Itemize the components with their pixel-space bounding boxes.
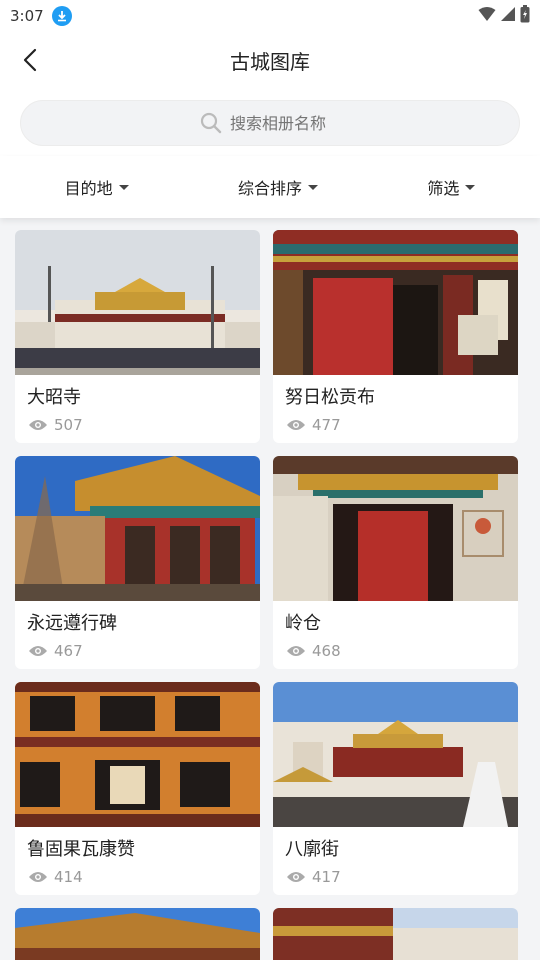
status-bar: 3:07 [0,0,540,32]
view-count: 468 [273,636,518,660]
eye-icon [29,420,47,430]
album-card[interactable]: 努日松贡布 477 [273,230,518,443]
filter-sort[interactable]: 综合排序 [238,175,318,199]
album-thumbnail [273,230,518,375]
page-title: 古城图库 [230,49,310,74]
caret-down-icon [308,184,318,190]
signal-icon [500,6,516,26]
album-name: 努日松贡布 [285,387,375,408]
album-thumbnail [273,456,518,601]
view-count-value: 477 [312,416,341,434]
view-count-value: 414 [54,868,83,886]
filter-bar: 目的地 综合排序 筛选 [0,156,540,218]
chevron-left-icon [23,48,37,72]
filter-screen-label: 筛选 [427,179,460,198]
search-input[interactable] [230,113,340,133]
app-header: 古城图库 [0,32,540,88]
view-count: 414 [15,862,260,886]
view-count-value: 507 [54,416,83,434]
view-count-value: 468 [312,642,341,660]
album-name: 岭仓 [285,613,321,634]
album-thumbnail [273,682,518,827]
eye-icon [29,646,47,656]
album-thumbnail [15,230,260,375]
view-count: 417 [273,862,518,886]
back-button[interactable] [12,42,48,78]
battery-icon [520,5,530,27]
album-thumbnail [15,456,260,601]
view-count: 477 [273,410,518,434]
caret-down-icon [118,184,129,190]
search-bar [0,88,540,156]
download-icon [51,6,72,26]
album-card[interactable] [273,908,518,960]
album-card[interactable]: 岭仓 468 [273,456,518,669]
filter-screen[interactable]: 筛选 [427,175,476,199]
filter-destination-label: 目的地 [64,179,113,198]
album-card[interactable]: 大昭寺 507 [15,230,260,443]
status-time: 3:07 [10,7,44,25]
view-count: 467 [15,636,260,660]
album-card[interactable]: 鲁固果瓦康赞 414 [15,682,260,895]
album-thumbnail [273,908,518,960]
filter-sort-label: 综合排序 [237,179,302,198]
wifi-icon [478,6,496,26]
album-card[interactable]: 八廓街 417 [273,682,518,895]
search-icon [200,112,222,134]
album-thumbnail [15,908,260,960]
album-card[interactable]: 永远遵行碑 467 [15,456,260,669]
eye-icon [287,420,305,430]
caret-down-icon [465,184,476,190]
eye-icon [29,872,47,882]
filter-destination[interactable]: 目的地 [65,175,129,199]
album-name: 八廓街 [285,839,339,860]
eye-icon [287,872,305,882]
album-name: 永远遵行碑 [27,613,117,634]
album-grid: 大昭寺 507 努日松贡布 477 永远遵行碑 467 岭仓 468 鲁固果瓦康… [15,230,518,960]
album-thumbnail [15,682,260,827]
view-count-value: 467 [54,642,83,660]
album-name: 鲁固果瓦康赞 [27,839,135,860]
search-box[interactable] [20,100,520,146]
view-count-value: 417 [312,868,341,886]
album-card[interactable] [15,908,260,960]
eye-icon [287,646,305,656]
album-name: 大昭寺 [27,387,81,408]
view-count: 507 [15,410,260,434]
